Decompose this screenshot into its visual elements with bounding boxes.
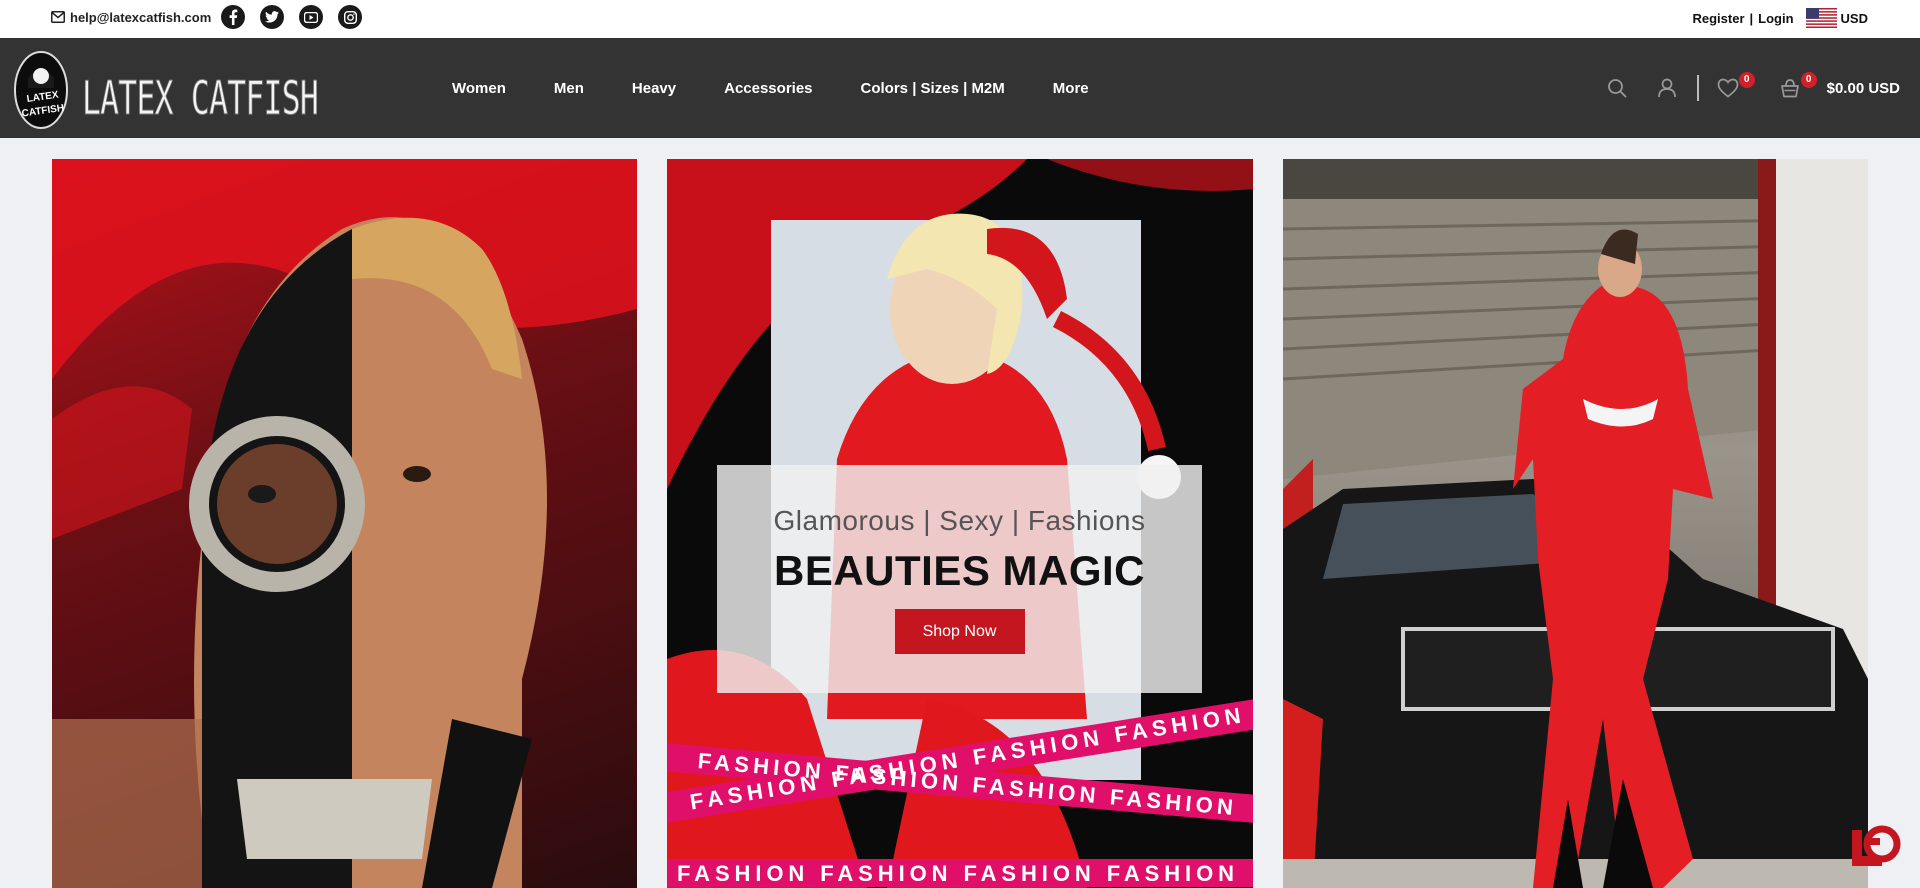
heart-icon bbox=[1717, 78, 1738, 98]
cart-count-badge: 0 bbox=[1800, 72, 1817, 88]
banner-overlay: Glamorous | Sexy | Fashions BEAUTIES MAG… bbox=[717, 465, 1202, 693]
cart-button[interactable]: 0 bbox=[1779, 72, 1817, 98]
currency-selector[interactable]: USD bbox=[1841, 11, 1868, 26]
login-link[interactable]: Login bbox=[1758, 11, 1793, 26]
shop-now-button[interactable]: Shop Now bbox=[894, 609, 1025, 654]
instagram-icon[interactable] bbox=[338, 5, 363, 29]
wishlist-count-badge: 0 bbox=[1738, 72, 1755, 88]
nav-colors-sizes-m2m[interactable]: Colors | Sizes | M2M bbox=[861, 80, 1005, 97]
search-icon[interactable] bbox=[1607, 78, 1627, 98]
youtube-icon[interactable] bbox=[299, 5, 324, 29]
logo-wordmark: LATEX CATFISH bbox=[82, 71, 318, 125]
hero-panel-women[interactable] bbox=[1283, 159, 1868, 888]
user-icon[interactable] bbox=[1657, 78, 1677, 98]
cart-total[interactable]: $0.00 USD bbox=[1827, 80, 1900, 97]
email-text: help@latexcatfish.com bbox=[70, 9, 212, 25]
envelope-icon bbox=[51, 11, 65, 23]
us-flag-icon[interactable] bbox=[1805, 8, 1837, 28]
register-link[interactable]: Register bbox=[1692, 11, 1744, 26]
ribbon-text-3: FASHION FASHION FASHION FASHION bbox=[677, 861, 1237, 886]
main-nav: Women Men Heavy Accessories Colors | Siz… bbox=[452, 38, 1137, 138]
header-divider bbox=[1696, 75, 1699, 101]
hero-panel-banner[interactable]: FASHION FASHION FASHION FASHION FASHION … bbox=[667, 159, 1253, 888]
banner-subtitle: Glamorous | Sexy | Fashions bbox=[773, 505, 1146, 536]
hero-image-men bbox=[52, 159, 637, 888]
top-bar: help@latexcatfish.com Register | Login U… bbox=[0, 0, 1920, 38]
auth-separator: | bbox=[1749, 10, 1754, 26]
twitter-icon[interactable] bbox=[260, 5, 285, 29]
wishlist-button[interactable]: 0 bbox=[1717, 72, 1755, 98]
site-logo[interactable]: LATEX CATFISH LATEX CATFISH bbox=[14, 48, 324, 130]
main-header: LATEX CATFISH LATEX CATFISH Women Men He… bbox=[0, 38, 1920, 138]
basket-icon bbox=[1780, 79, 1799, 98]
banner-title: BEAUTIES MAGIC bbox=[773, 547, 1145, 594]
nav-accessories[interactable]: Accessories bbox=[724, 80, 812, 97]
chat-widget-icon[interactable] bbox=[1850, 820, 1902, 872]
hero-image-women bbox=[1283, 159, 1868, 888]
email-link[interactable]: help@latexcatfish.com bbox=[51, 10, 211, 25]
hero-panel-men[interactable] bbox=[52, 159, 637, 888]
social-links bbox=[221, 5, 363, 29]
nav-more[interactable]: More bbox=[1053, 80, 1089, 97]
header-actions: 0 0 $0.00 USD bbox=[1607, 38, 1900, 138]
nav-women[interactable]: Women bbox=[452, 80, 506, 97]
facebook-icon[interactable] bbox=[221, 5, 246, 29]
nav-heavy[interactable]: Heavy bbox=[632, 80, 676, 97]
nav-men[interactable]: Men bbox=[554, 80, 584, 97]
